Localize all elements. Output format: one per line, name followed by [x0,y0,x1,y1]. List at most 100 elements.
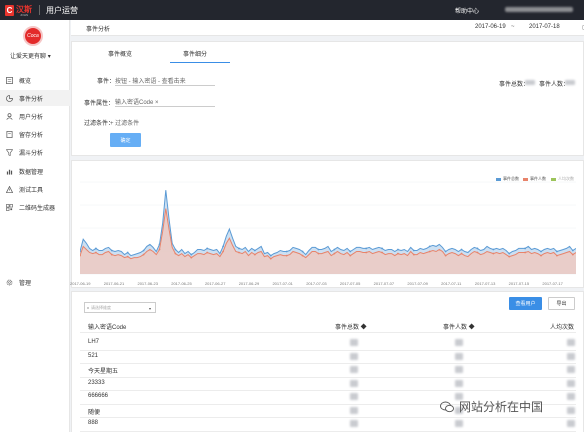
data-point[interactable] [190,256,193,259]
total-events-value-blurred [525,80,535,85]
sidebar-item-event-analysis[interactable]: 事件分析 [0,90,70,106]
sidebar-item-user-analysis[interactable]: 用户分析 [0,108,70,124]
data-point[interactable] [540,254,542,257]
x-tick-label: 2017-07-07 [373,281,395,286]
data-point[interactable] [253,253,256,256]
data-point[interactable] [397,248,399,251]
confirm-button[interactable]: 确定 [110,133,141,147]
data-point[interactable] [508,252,511,255]
data-point[interactable] [142,249,145,252]
data-point[interactable] [444,254,447,257]
data-point[interactable] [508,255,511,258]
data-point[interactable] [206,247,209,250]
data-point[interactable] [397,252,399,255]
sidebar-item-retention[interactable]: 留存分析 [0,126,70,142]
data-point[interactable] [253,249,256,252]
data-point[interactable] [126,255,129,258]
help-center-link[interactable]: 帮助中心 [455,6,479,15]
tab-event-overview[interactable]: 事件概览 [108,49,132,58]
data-point[interactable] [222,245,224,248]
data-point[interactable] [110,249,113,252]
series-line-0[interactable] [80,190,576,257]
data-point[interactable] [381,247,383,250]
data-point[interactable] [174,248,177,251]
data-point[interactable] [317,252,320,255]
data-point[interactable] [349,250,352,253]
series-area-1 [80,208,576,274]
data-point[interactable] [317,248,320,251]
dimension-select[interactable]: 请选择维度 ▾ [84,302,156,313]
cell-total-blurred [350,379,358,387]
sidebar-item-manage[interactable]: 管理 [0,274,70,290]
data-point[interactable] [94,251,97,254]
data-point[interactable] [174,252,177,255]
add-filter-condition-link[interactable]: + 过滤条件 [110,118,139,127]
data-point[interactable] [476,251,479,254]
data-point[interactable] [126,251,129,254]
sidebar-item-qrcode[interactable]: 二维码生成器 [0,199,70,215]
data-point[interactable] [349,254,352,257]
data-point[interactable] [301,250,304,253]
data-point[interactable] [238,247,240,250]
end-date-input[interactable]: 2017-07-18 [529,24,560,30]
event-trend-chart[interactable] [80,178,576,282]
data-point[interactable] [428,245,431,248]
data-point[interactable] [238,251,240,254]
data-point[interactable] [540,250,542,253]
data-point[interactable] [492,248,495,251]
page-header: 事件分析 2017-06-19 ~ 2017-07-18 ▢ [71,20,584,36]
data-point[interactable] [460,248,463,251]
data-point[interactable] [444,250,447,253]
data-point[interactable] [142,253,145,256]
start-date-input[interactable]: 2017-06-19 [475,24,506,30]
data-point[interactable] [333,248,336,251]
data-point[interactable] [365,251,368,254]
column-header-code[interactable]: 输入密语Code [88,322,126,331]
data-point[interactable] [524,247,527,250]
sidebar-item-data-manage[interactable]: 数据管理 [0,163,70,179]
data-point[interactable] [556,254,558,257]
data-point[interactable] [428,250,431,253]
event-label: 事件： [97,79,116,85]
data-point[interactable] [269,254,272,257]
sidebar-item-label: 二维码生成器 [19,205,56,212]
sidebar-item-test-tool[interactable]: 测试工具 [0,181,70,197]
data-point[interactable] [412,253,415,256]
app-switcher-label: 让爱天更有聊 [10,54,47,60]
data-point[interactable] [190,253,193,256]
data-point[interactable] [158,248,161,251]
export-button[interactable]: 导出 [548,297,575,310]
data-point[interactable] [365,247,368,250]
data-point[interactable] [556,250,558,253]
brand-logo[interactable]: C 汉斯 [0,0,32,20]
data-point[interactable] [285,250,288,253]
data-point[interactable] [110,253,113,256]
data-point[interactable] [571,253,574,256]
user-account-blurred[interactable] [505,7,573,12]
event-select[interactable]: 按钮 - 输入密语 - 查看击来 [115,76,215,86]
data-point[interactable] [222,250,224,253]
data-point[interactable] [476,247,479,250]
tab-event-breakdown[interactable]: 事件细分 [183,49,207,58]
data-point[interactable] [412,249,415,252]
data-point[interactable] [492,252,495,255]
app-switcher[interactable]: 让爱天更有聊 ▾ [10,51,51,60]
column-header-users[interactable]: 事件人数 ◆ [443,322,475,331]
cell-total-blurred [350,366,358,373]
data-point[interactable] [301,254,304,257]
event-attr-select[interactable]: 输入密语Code × [115,97,215,107]
data-point[interactable] [333,252,336,255]
sidebar-item-overview[interactable]: 概览 [0,72,70,88]
data-point[interactable] [269,257,272,260]
data-point[interactable] [571,249,574,252]
sidebar-item-funnel[interactable]: 漏斗分析 [0,144,70,160]
view-users-button[interactable]: 查看用户 [509,297,542,310]
column-header-avg[interactable]: 人均次数 [550,322,574,331]
column-header-total[interactable]: 事件总数 ◆ [335,322,367,331]
data-point[interactable] [460,252,463,255]
data-point[interactable] [94,247,97,250]
data-point[interactable] [524,251,527,254]
data-point[interactable] [285,254,288,257]
data-point[interactable] [206,251,209,254]
data-point[interactable] [381,251,383,254]
